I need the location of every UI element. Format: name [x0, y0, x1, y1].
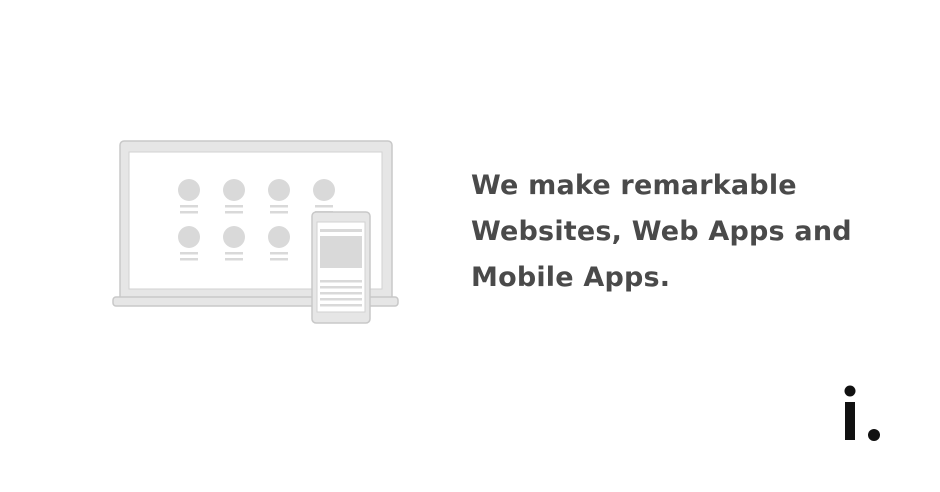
headline-line-1: We make remarkable: [471, 170, 797, 201]
placeholder-avatar: [313, 179, 335, 201]
phone-header-bar: [320, 229, 362, 232]
placeholder-line: [270, 211, 288, 214]
page: { "headline": { "lines": [ "We make rema…: [0, 0, 940, 492]
placeholder-avatar: [223, 226, 245, 248]
phone-text-line: [320, 298, 362, 301]
placeholder-line: [225, 252, 243, 255]
phone-text-line: [320, 304, 362, 307]
placeholder-line: [225, 205, 243, 208]
placeholder-line: [270, 258, 288, 261]
logo-i-stem: [845, 402, 855, 440]
placeholder-line: [315, 205, 333, 208]
placeholder-line: [180, 211, 198, 214]
logo-i-dot: [844, 385, 856, 397]
placeholder-avatar: [178, 179, 200, 201]
placeholder-avatar: [178, 226, 200, 248]
placeholder-line: [180, 205, 198, 208]
placeholder-line: [225, 258, 243, 261]
phone-text-line: [320, 292, 362, 295]
placeholder-line: [270, 252, 288, 255]
phone-text-line: [320, 286, 362, 289]
phone: [311, 211, 371, 324]
headline-line-3: Mobile Apps.: [471, 262, 671, 293]
placeholder-line: [180, 252, 198, 255]
laptop-and-phone-illustration: [112, 140, 399, 324]
placeholder-line: [180, 258, 198, 261]
placeholder-avatar: [268, 179, 290, 201]
phone-text-line: [320, 280, 362, 283]
placeholder-avatar: [268, 226, 290, 248]
i-dot-logo: [844, 385, 880, 441]
placeholder-avatar: [223, 179, 245, 201]
phone-image-placeholder: [320, 236, 362, 268]
placeholder-line: [225, 211, 243, 214]
logo-period: [868, 429, 880, 441]
placeholder-line: [270, 205, 288, 208]
headline-line-2: Websites, Web Apps and: [471, 216, 852, 247]
headline: We make remarkable Websites, Web Apps an…: [471, 163, 911, 301]
